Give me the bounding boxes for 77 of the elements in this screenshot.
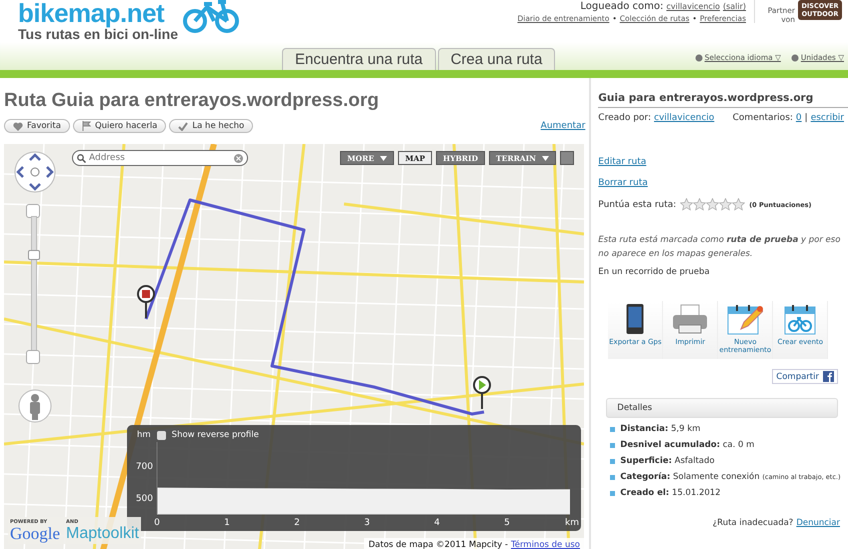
elevation-unit-label: hm: [137, 430, 151, 440]
route-status: En un recorrido de prueba: [598, 267, 711, 277]
terms-link[interactable]: Términos de uso: [510, 540, 580, 549]
test-route-notice: Esta ruta está marcada como ruta de prueba y por eso no aparece en los mapas generales.: [598, 234, 842, 261]
search-icon: [77, 154, 86, 163]
report-label: ¿Ruta inadecuada?: [712, 518, 794, 528]
bullet-icon: [610, 426, 616, 432]
comments-count-link[interactable]: 0: [796, 113, 802, 123]
bicycle-icon: [182, 0, 240, 34]
sidebar-route-title: Guia para entrerayos.wordpress.org: [598, 92, 848, 108]
comments-label: Comentarios:: [732, 113, 793, 123]
route-action-button[interactable]: La he hecho: [169, 119, 254, 133]
username-link[interactable]: cvillavicencio: [666, 2, 720, 11]
x-tick-label: 4: [434, 518, 440, 528]
zoom-in-button[interactable]: [26, 204, 40, 218]
check-icon: [178, 122, 188, 130]
caret-icon: [380, 156, 388, 160]
calendar-pencil-icon: [727, 303, 764, 335]
created-by-label: Creado por:: [598, 113, 652, 123]
bullet-icon: [610, 458, 616, 464]
calendar-bike-icon: [784, 303, 816, 335]
google-logo[interactable]: Google: [10, 525, 60, 542]
heart-icon: [13, 122, 23, 130]
y-tick-label: 500: [136, 494, 153, 504]
route-action-button[interactable]: Favorita: [4, 119, 70, 133]
star-icon[interactable]: [680, 198, 694, 211]
printer-icon: [672, 303, 708, 335]
x-tick-label: 1: [224, 518, 230, 528]
person-icon[interactable]: [18, 389, 52, 423]
y-tick-label: 700: [136, 462, 153, 472]
star-icon[interactable]: [706, 198, 720, 211]
map-attribution: Datos de mapa ©2011 Mapcity -: [368, 540, 508, 549]
x-tick-label: 2: [294, 518, 300, 528]
route-action-button[interactable]: Quiero hacerla: [72, 119, 166, 133]
facebook-icon: [823, 371, 834, 382]
site-logo[interactable]: bikemap.net: [18, 0, 178, 26]
nav-tab[interactable]: Crea una ruta: [438, 48, 556, 70]
details-header: Detalles: [606, 398, 838, 418]
reverse-profile-label: Show reverse profile: [172, 430, 259, 440]
pan-control-icon[interactable]: [14, 151, 56, 193]
star-icon[interactable]: [693, 198, 706, 211]
zoom-slider-thumb[interactable]: [28, 250, 40, 260]
write-comment-link[interactable]: escribir: [810, 113, 844, 123]
bullet-icon: [610, 442, 616, 448]
detail-text: Superficie: Asfaltado: [620, 456, 715, 466]
tagline: Tus rutas en bici on-line: [18, 26, 178, 42]
x-tick-label: 3: [364, 518, 370, 528]
x-tick-label: 0: [154, 518, 160, 528]
route-title: Ruta Guia para entrerayos.wordpress.org: [4, 90, 380, 112]
star-icon[interactable]: [719, 198, 732, 211]
clear-icon[interactable]: [234, 154, 243, 163]
bullet-icon: [610, 474, 616, 480]
detail-text: Distancia: 5,9 km: [620, 424, 700, 434]
detail-text: Creado el: 15.01.2012: [620, 488, 721, 498]
login-label: Logueado como:: [580, 1, 664, 12]
rating-label: Puntúa esta ruta:: [598, 200, 676, 210]
route-edit-link[interactable]: Editar ruta: [598, 157, 646, 167]
flag-icon: [82, 121, 91, 131]
x-unit-label: km: [565, 518, 579, 528]
share-button[interactable]: Compartir: [772, 369, 838, 384]
detail-text: Desnivel acumulado: ca. 0 m: [620, 440, 754, 450]
route-edit-link[interactable]: Borrar ruta: [598, 178, 648, 188]
x-tick-label: 5: [504, 518, 510, 528]
enlarge-link[interactable]: Aumentar: [540, 121, 586, 131]
star-icon[interactable]: [732, 198, 746, 211]
report-link[interactable]: Denunciar: [796, 518, 840, 528]
logout-link[interactable]: (salir): [722, 2, 746, 11]
address-search-field[interactable]: Address: [72, 150, 248, 166]
fullscreen-button[interactable]: [560, 151, 574, 165]
zoom-out-button[interactable]: [26, 350, 40, 364]
separator: |: [804, 113, 808, 123]
phone-icon: [625, 303, 646, 335]
reverse-profile-checkbox[interactable]: [156, 430, 166, 440]
caret-icon: [542, 156, 549, 160]
bullet-icon: [610, 490, 616, 496]
author-link[interactable]: cvillavicencio: [654, 113, 714, 123]
nav-tab[interactable]: Encuentra una ruta: [282, 48, 436, 70]
